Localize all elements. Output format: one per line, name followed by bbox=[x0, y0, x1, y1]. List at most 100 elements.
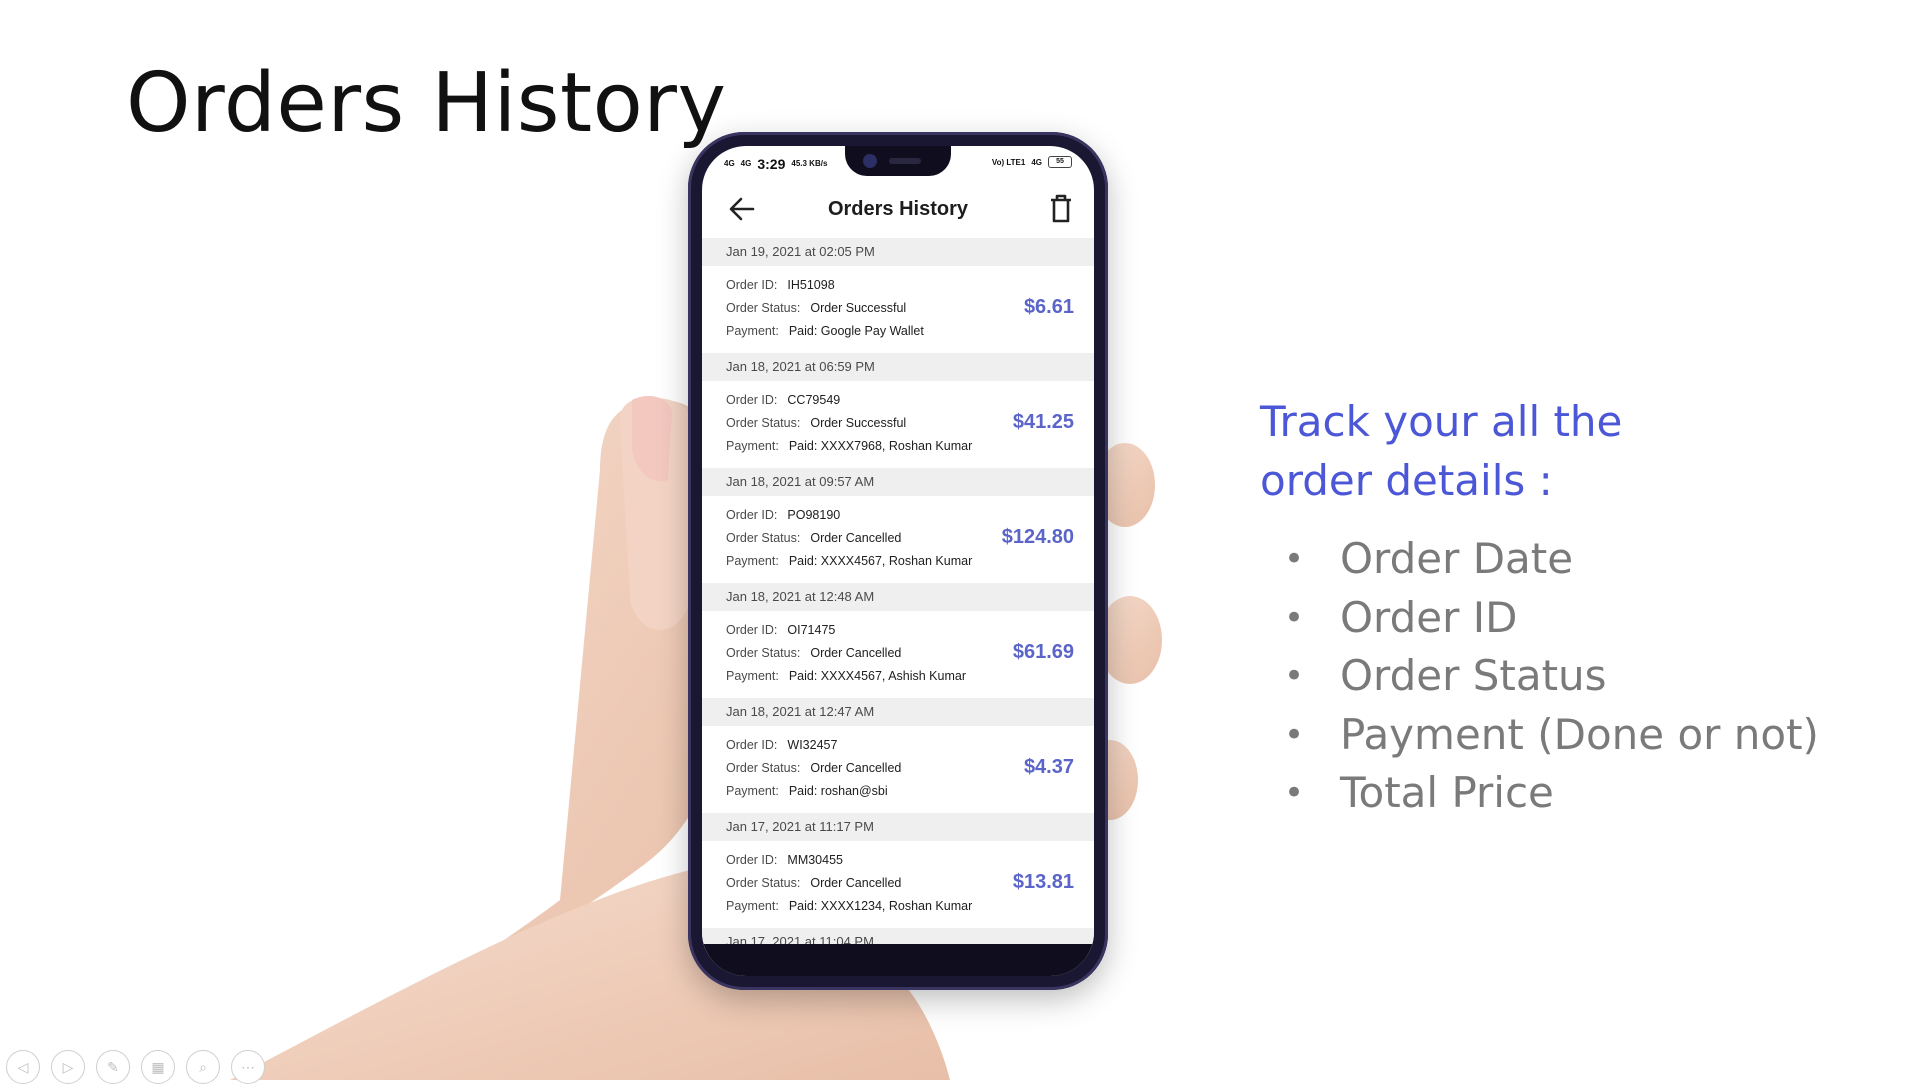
order-group: Jan 18, 2021 at 12:47 AM Order ID: WI3245… bbox=[702, 698, 1094, 813]
order-status-value: Order Cancelled bbox=[810, 646, 902, 660]
previous-icon[interactable]: ◁ bbox=[6, 1050, 40, 1084]
pen-icon[interactable]: ✎ bbox=[96, 1050, 130, 1084]
order-status-label: Order Status: bbox=[726, 301, 801, 315]
feature-label: Order Date bbox=[1340, 534, 1574, 583]
order-id-label: Order ID: bbox=[726, 738, 778, 752]
feature-item: • Order Date bbox=[1260, 530, 1819, 589]
order-card[interactable]: Order ID: CC79549 Order Status: Order Succ… bbox=[702, 381, 1094, 468]
order-status-value: Order Cancelled bbox=[810, 761, 902, 775]
order-status-label: Order Status: bbox=[726, 531, 801, 545]
payment-value: Paid: Google Pay Wallet bbox=[788, 324, 924, 338]
order-id-label: Order ID: bbox=[726, 278, 778, 292]
order-price: $41.25 bbox=[1012, 411, 1074, 433]
order-group: Jan 18, 2021 at 06:59 PM Order ID: CC7954… bbox=[702, 353, 1094, 468]
slide-title: Orders History bbox=[126, 56, 727, 151]
order-date: Jan 19, 2021 at 02:05 PM bbox=[702, 238, 1094, 266]
payment-value: Paid: roshan@sbi bbox=[788, 784, 888, 798]
order-group: Jan 19, 2021 at 02:05 PM Order ID: IH5109… bbox=[702, 238, 1094, 353]
front-camera-icon bbox=[863, 154, 877, 168]
order-price: $6.61 bbox=[1023, 296, 1074, 318]
order-group: Jan 18, 2021 at 09:57 AM Order ID: PO9819… bbox=[702, 468, 1094, 583]
signal-indicator-1: 4G bbox=[724, 159, 735, 168]
order-price: $124.80 bbox=[1001, 526, 1074, 548]
order-id-label: Order ID: bbox=[726, 508, 778, 522]
order-card[interactable]: Order ID: IH51098 Order Status: Order Succ… bbox=[702, 266, 1094, 353]
phone-mockup: 4G 4G 3:29 45.3 KB/s Vo) LTE1 4G 55 Orde… bbox=[688, 132, 1108, 990]
track-heading: Track your all the order details : bbox=[1260, 392, 1700, 510]
feature-label: Order Status bbox=[1340, 651, 1607, 700]
order-price: $4.37 bbox=[1023, 756, 1074, 778]
order-card[interactable]: Order ID: OI71475 Order Status: Order Canc… bbox=[702, 611, 1094, 698]
order-status-value: Order Successful bbox=[810, 301, 907, 315]
order-status-value: Order Cancelled bbox=[810, 876, 902, 890]
payment-label: Payment: bbox=[726, 899, 779, 913]
payment-label: Payment: bbox=[726, 784, 779, 798]
bullet-icon: • bbox=[1284, 597, 1305, 638]
battery-icon: 55 bbox=[1048, 156, 1072, 168]
more-icon[interactable]: ⋯ bbox=[231, 1050, 265, 1084]
camera-notch bbox=[845, 146, 951, 176]
phone-screen: 4G 4G 3:29 45.3 KB/s Vo) LTE1 4G 55 Orde… bbox=[702, 146, 1094, 976]
feature-list: • Order Date • Order ID • Order Status • Pay… bbox=[1260, 530, 1819, 823]
order-status-value: Order Successful bbox=[810, 416, 907, 430]
feature-item: • Total Price bbox=[1260, 764, 1819, 823]
order-id-label: Order ID: bbox=[726, 623, 778, 637]
order-id-value: PO98190 bbox=[787, 508, 841, 522]
order-card[interactable]: Order ID: WI32457 Order Status: Order Canc… bbox=[702, 726, 1094, 813]
order-status-value: Order Cancelled bbox=[810, 531, 902, 545]
payment-label: Payment: bbox=[726, 439, 779, 453]
order-card[interactable]: Order ID: PO98190 Order Status: Order Canc… bbox=[702, 496, 1094, 583]
orders-list: Jan 19, 2021 at 02:05 PM Order ID: IH5109… bbox=[702, 238, 1094, 956]
slideshow-controls: ◁ ▷ ✎ ▦ ⌕ ⋯ bbox=[6, 1050, 265, 1084]
speaker-grille bbox=[889, 158, 921, 164]
signal-indicator-2: 4G bbox=[740, 159, 752, 168]
order-id-label: Order ID: bbox=[726, 393, 778, 407]
order-id-value: OI71475 bbox=[787, 623, 836, 637]
order-date: Jan 18, 2021 at 12:47 AM bbox=[702, 698, 1094, 726]
payment-value: Paid: XXXX4567, Roshan Kumar bbox=[788, 554, 973, 568]
payment-label: Payment: bbox=[726, 324, 779, 338]
payment-label: Payment: bbox=[726, 669, 779, 683]
order-id-value: WI32457 bbox=[787, 738, 838, 752]
order-group: Jan 17, 2021 at 11:17 PM Order ID: MM3045… bbox=[702, 813, 1094, 928]
volte-indicator: Vo) LTE1 bbox=[991, 157, 1026, 167]
network-indicator: 4G bbox=[1031, 157, 1042, 167]
order-id-value: MM30455 bbox=[787, 853, 843, 867]
order-card[interactable]: Order ID: MM30455 Order Status: Order Canc… bbox=[702, 841, 1094, 928]
next-icon[interactable]: ▷ bbox=[51, 1050, 85, 1084]
arrow-left-icon[interactable] bbox=[728, 196, 756, 222]
payment-label: Payment: bbox=[726, 554, 779, 568]
order-status-label: Order Status: bbox=[726, 761, 801, 775]
feature-item: • Order Status bbox=[1260, 647, 1819, 706]
feature-label: Payment (Done or not) bbox=[1340, 709, 1819, 759]
screen-title: Orders History bbox=[827, 197, 969, 220]
feature-item: • Payment (Done or not) bbox=[1260, 706, 1819, 765]
slides-grid-icon[interactable]: ▦ bbox=[141, 1050, 175, 1084]
payment-value: Paid: XXXX7968, Roshan Kumar bbox=[788, 439, 973, 453]
payment-value: Paid: XXXX1234, Roshan Kumar bbox=[788, 899, 973, 913]
feature-panel: Track your all the order details : • Orde… bbox=[1260, 392, 1819, 823]
order-price: $61.69 bbox=[1012, 641, 1074, 663]
feature-item: • Order ID bbox=[1260, 589, 1819, 648]
order-date: Jan 18, 2021 at 09:57 AM bbox=[702, 468, 1094, 496]
order-date: Jan 17, 2021 at 11:17 PM bbox=[702, 813, 1094, 841]
app-header: Orders History bbox=[702, 184, 1094, 234]
feature-label: Total Price bbox=[1340, 768, 1554, 817]
bullet-icon: • bbox=[1284, 714, 1305, 755]
order-status-label: Order Status: bbox=[726, 876, 801, 890]
trash-icon[interactable] bbox=[1048, 194, 1074, 224]
zoom-icon[interactable]: ⌕ bbox=[186, 1050, 220, 1084]
order-id-value: IH51098 bbox=[787, 278, 835, 292]
bullet-icon: • bbox=[1284, 539, 1305, 579]
order-id-label: Order ID: bbox=[726, 853, 778, 867]
phone-bezel-bottom bbox=[702, 944, 1094, 976]
order-status-label: Order Status: bbox=[726, 416, 801, 430]
order-price: $13.81 bbox=[1012, 871, 1074, 893]
bullet-icon: • bbox=[1284, 773, 1305, 813]
status-time: 3:29 bbox=[757, 156, 786, 172]
feature-label: Order ID bbox=[1340, 592, 1518, 642]
order-date: Jan 18, 2021 at 12:48 AM bbox=[702, 583, 1094, 611]
order-group: Jan 18, 2021 at 12:48 AM Order ID: OI7147… bbox=[702, 583, 1094, 698]
order-date: Jan 18, 2021 at 06:59 PM bbox=[702, 353, 1094, 381]
order-status-label: Order Status: bbox=[726, 646, 801, 660]
